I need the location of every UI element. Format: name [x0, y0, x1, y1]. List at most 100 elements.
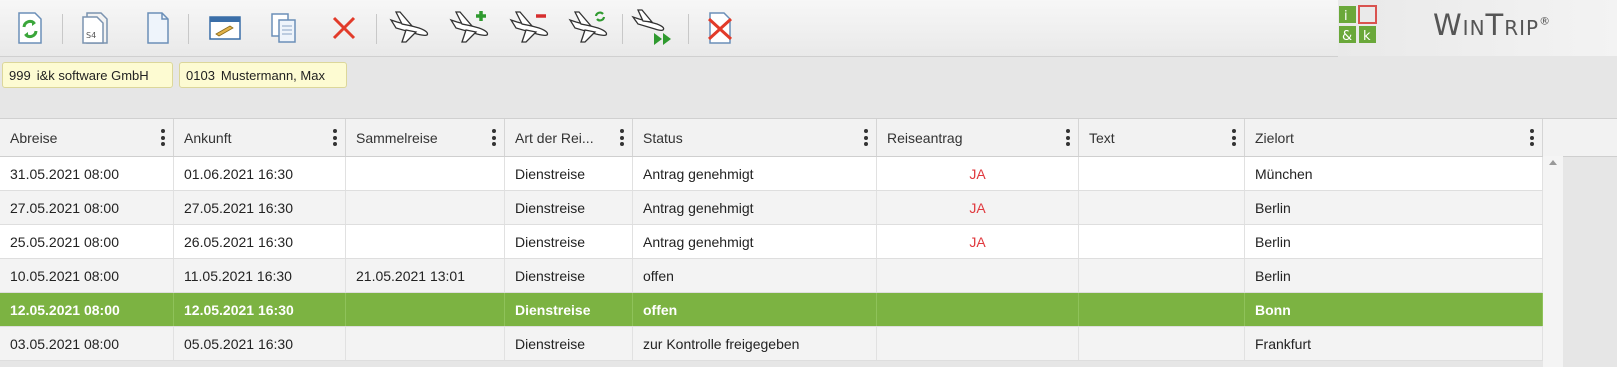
refresh-button[interactable] [8, 6, 52, 50]
airplane-plus-icon [449, 11, 489, 43]
cell-text [1079, 157, 1245, 190]
table-row[interactable]: 25.05.2021 08:00 26.05.2021 16:30 Dienstre… [0, 225, 1543, 259]
remove-trip-button[interactable] [508, 6, 552, 50]
logo: i & k WinTrip® [1338, 0, 1617, 56]
table-body: 31.05.2021 08:00 01.06.2021 16:30 Dienstre… [0, 157, 1617, 361]
airplane-refresh-icon [568, 11, 608, 43]
new-document-icon [147, 12, 169, 44]
cell-ankunft: 26.05.2021 16:30 [174, 225, 346, 258]
cell-abreise: 25.05.2021 08:00 [0, 225, 174, 258]
cell-art: Dienstreise [505, 157, 633, 190]
column-menu-icon[interactable] [1066, 129, 1070, 146]
column-menu-icon[interactable] [1530, 129, 1534, 146]
column-header-text[interactable]: Text [1079, 119, 1245, 156]
cell-zielort: Berlin [1245, 225, 1543, 258]
column-header-status[interactable]: Status [633, 119, 877, 156]
cell-zielort: München [1245, 157, 1543, 190]
company-chip[interactable]: 999 i&k software GmbH [2, 62, 173, 88]
toolbar: S4 [0, 0, 1338, 57]
cell-text [1079, 191, 1245, 224]
table-row[interactable]: 03.05.2021 08:00 05.05.2021 16:30 Dienstre… [0, 327, 1543, 361]
cell-text [1079, 293, 1245, 326]
delete-button[interactable] [322, 6, 366, 50]
cell-abreise: 10.05.2021 08:00 [0, 259, 174, 292]
vertical-scrollbar[interactable] [1543, 156, 1563, 367]
cell-reiseantrag [877, 259, 1079, 292]
cell-text [1079, 225, 1245, 258]
airplane-icon [389, 11, 429, 43]
cell-status: zur Kontrolle freigegeben [633, 327, 877, 360]
cell-art: Dienstreise [505, 327, 633, 360]
cell-ankunft: 01.06.2021 16:30 [174, 157, 346, 190]
company-code: 999 [9, 67, 31, 83]
cell-reiseantrag: JA [877, 225, 1079, 258]
scroll-up-icon[interactable] [1549, 160, 1557, 165]
logo-name: WinTrip [1433, 8, 1540, 42]
cell-art: Dienstreise [505, 225, 633, 258]
table-row[interactable]: 27.05.2021 08:00 27.05.2021 16:30 Dienstre… [0, 191, 1543, 225]
cell-ankunft: 11.05.2021 16:30 [174, 259, 346, 292]
column-header-art[interactable]: Art der Rei... [505, 119, 633, 156]
column-header-zielort[interactable]: Zielort [1245, 119, 1543, 156]
cell-art: Dienstreise [505, 293, 633, 326]
column-menu-icon[interactable] [864, 129, 868, 146]
table-row[interactable]: 31.05.2021 08:00 01.06.2021 16:30 Dienstre… [0, 157, 1543, 191]
table-row[interactable]: 10.05.2021 08:00 11.05.2021 16:30 21.05.20… [0, 259, 1543, 293]
cell-ankunft: 05.05.2021 16:30 [174, 327, 346, 360]
cell-ankunft: 27.05.2021 16:30 [174, 191, 346, 224]
edit-form-icon [209, 16, 241, 40]
refresh-icon [18, 12, 42, 44]
trip-button[interactable] [388, 6, 432, 50]
document-s4-button[interactable]: S4 [74, 6, 118, 50]
cell-abreise: 12.05.2021 08:00 [0, 293, 174, 326]
cell-sammelreise: 21.05.2021 13:01 [346, 259, 505, 292]
copy-icon [271, 13, 296, 43]
document-cancel-icon [707, 12, 733, 44]
cell-sammelreise [346, 293, 505, 326]
cancel-document-button[interactable] [698, 6, 742, 50]
cell-zielort: Berlin [1245, 191, 1543, 224]
cell-zielort: Berlin [1245, 259, 1543, 292]
edit-form-button[interactable] [203, 6, 247, 50]
cell-art: Dienstreise [505, 191, 633, 224]
table-row[interactable]: 12.05.2021 08:00 12.05.2021 16:30 Dienstre… [0, 293, 1543, 327]
cell-reiseantrag [877, 293, 1079, 326]
cell-status: Antrag genehmigt [633, 157, 877, 190]
copy-button[interactable] [262, 6, 306, 50]
logo-amp: & [1342, 29, 1352, 44]
column-header-sammelreise[interactable]: Sammelreise [346, 119, 505, 156]
add-trip-button[interactable] [448, 6, 492, 50]
cell-reiseantrag [877, 327, 1079, 360]
column-header-ankunft[interactable]: Ankunft [174, 119, 346, 156]
logo-i: i [1344, 9, 1348, 24]
logo-k: k [1363, 29, 1371, 44]
trip-table: Abreise Ankunft Sammelreise Art der Rei.… [0, 118, 1617, 361]
document-s4-icon: S4 [82, 12, 108, 44]
new-document-button[interactable] [136, 6, 180, 50]
column-menu-icon[interactable] [620, 129, 624, 146]
svg-text:S4: S4 [86, 31, 96, 40]
cell-sammelreise [346, 157, 505, 190]
cell-status: Antrag genehmigt [633, 191, 877, 224]
ik-logo-icon: i & k [1339, 5, 1377, 44]
column-menu-icon[interactable] [1232, 129, 1236, 146]
cell-reiseantrag: JA [877, 191, 1079, 224]
cell-sammelreise [346, 191, 505, 224]
close-icon [332, 16, 356, 40]
cell-status: offen [633, 259, 877, 292]
cell-sammelreise [346, 327, 505, 360]
logo-trademark: ® [1539, 14, 1552, 28]
refresh-trip-button[interactable] [567, 6, 611, 50]
column-menu-icon[interactable] [492, 129, 496, 146]
employee-chip[interactable]: 0103 Mustermann, Max [179, 62, 347, 88]
employee-name: Mustermann, Max [220, 67, 325, 83]
column-header-abreise[interactable]: Abreise [0, 119, 174, 156]
column-menu-icon[interactable] [333, 129, 337, 146]
forward-trip-button[interactable] [630, 6, 674, 50]
logo-wordmark: WinTrip® [1433, 8, 1551, 42]
column-header-reiseantrag[interactable]: Reiseantrag [877, 119, 1079, 156]
table-header: Abreise Ankunft Sammelreise Art der Rei.… [0, 118, 1617, 157]
cell-status: offen [633, 293, 877, 326]
column-menu-icon[interactable] [161, 129, 165, 146]
cell-abreise: 31.05.2021 08:00 [0, 157, 174, 190]
